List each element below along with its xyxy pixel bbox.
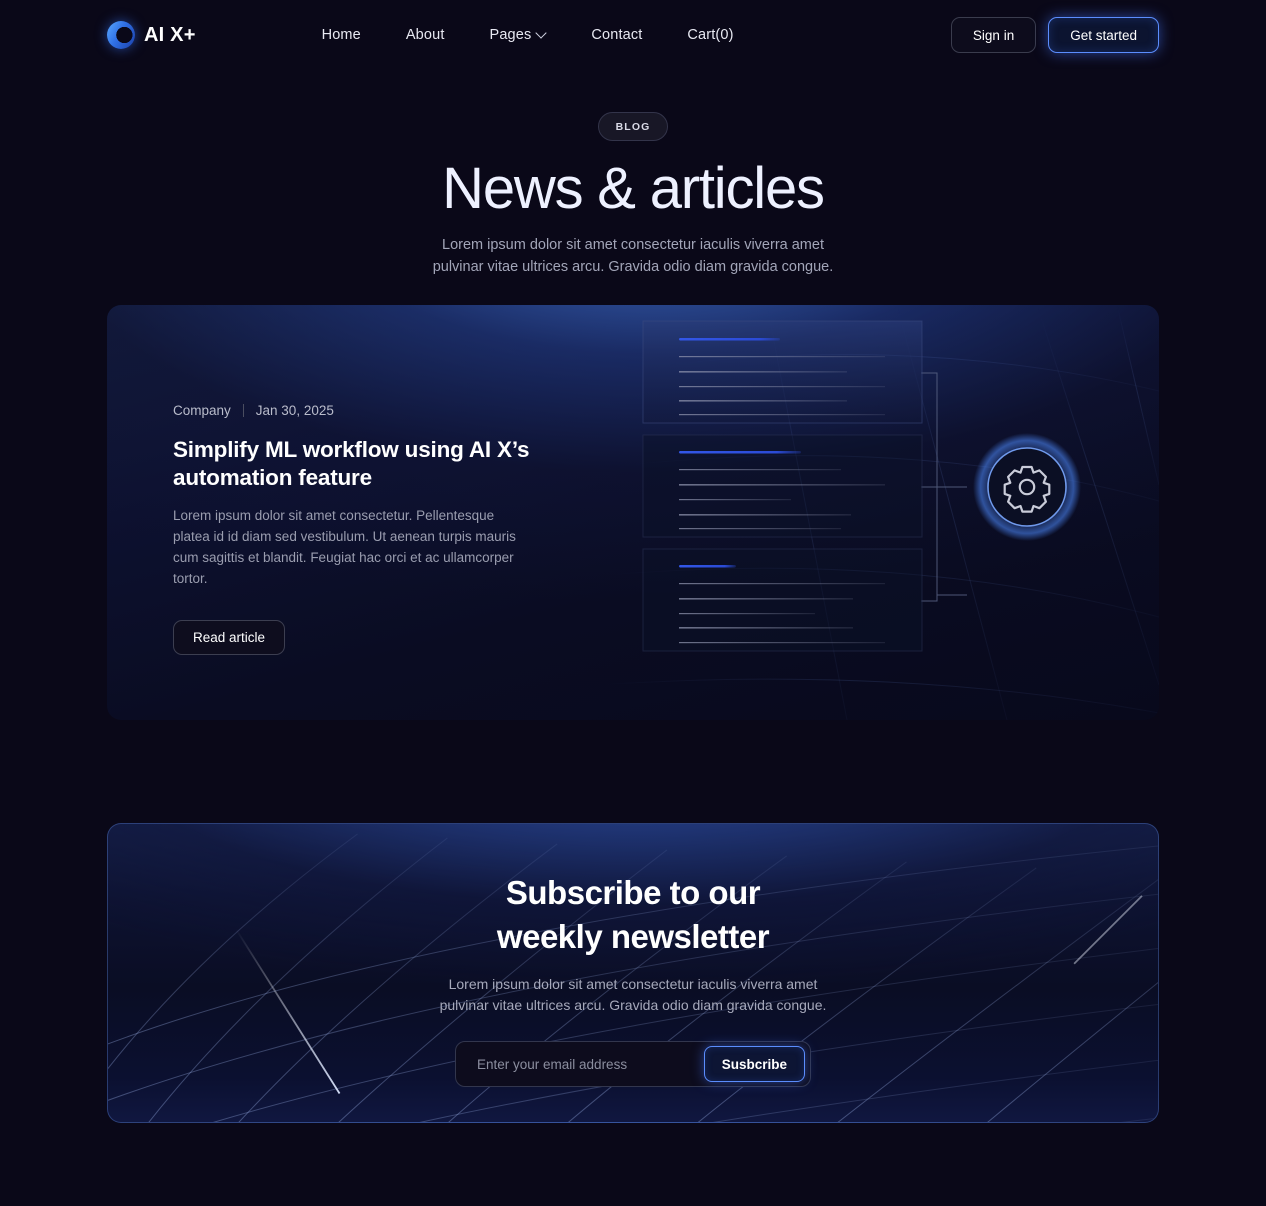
meta-divider xyxy=(242,404,244,417)
get-started-button[interactable]: Get started xyxy=(1048,17,1159,53)
sign-in-button[interactable]: Sign in xyxy=(950,17,1037,53)
blog-badge: BLOG xyxy=(597,112,669,141)
nav-item-cart[interactable]: Cart(0) xyxy=(687,27,733,43)
nav-item-about[interactable]: About xyxy=(406,27,445,43)
nav-item-home-label: Home xyxy=(321,27,361,43)
newsletter-title: Subscribe to our weekly newsletter xyxy=(108,871,1158,959)
nav-item-home[interactable]: Home xyxy=(322,27,361,43)
article-text-column: Company Jan 30, 2025 Simplify ML workflo… xyxy=(173,403,563,655)
brand-name: AI X+ xyxy=(144,23,196,46)
illus-block-3 xyxy=(642,548,923,652)
nav-item-pages[interactable]: Pages xyxy=(490,27,547,43)
nav-item-about-label: About xyxy=(405,27,445,43)
newsletter-content: Subscribe to our weekly newsletter Lorem… xyxy=(108,824,1158,1122)
hero-subtitle: Lorem ipsum dolor sit amet consectetur i… xyxy=(432,237,834,275)
chevron-down-icon xyxy=(537,29,546,38)
nav-item-cart-label: Cart(0) xyxy=(687,27,734,43)
subscribe-button[interactable]: Susbcribe xyxy=(703,1046,805,1082)
article-date: Jan 30, 2025 xyxy=(255,403,334,418)
nav-links: Home About Pages Contact Cart(0) xyxy=(322,27,734,43)
illus-block-2 xyxy=(642,434,923,538)
article-illustration xyxy=(642,320,1081,652)
page-title: News & articles xyxy=(442,156,825,221)
newsletter-card: Subscribe to our weekly newsletter Lorem… xyxy=(107,823,1159,1123)
read-article-button[interactable]: Read article xyxy=(173,620,286,655)
nav-item-pages-label: Pages xyxy=(489,27,532,43)
newsletter-title-line2: weekly newsletter xyxy=(496,918,770,955)
article-title: Simplify ML workflow using AI X’s automa… xyxy=(173,437,530,490)
hero-section: BLOG News & articles Lorem ipsum dolor s… xyxy=(0,112,1266,278)
brand-logo[interactable]: AI X+ xyxy=(107,21,196,49)
email-input[interactable] xyxy=(461,1047,704,1081)
newsletter-form: Susbcribe xyxy=(455,1041,811,1087)
ring-logo-icon xyxy=(107,21,135,49)
nav-item-contact[interactable]: Contact xyxy=(591,27,642,43)
nav-item-contact-label: Contact xyxy=(591,27,643,43)
article-meta: Company Jan 30, 2025 xyxy=(173,403,563,418)
newsletter-title-line1: Subscribe to our xyxy=(505,874,761,911)
illus-block-1 xyxy=(642,320,923,424)
article-company: Company xyxy=(173,403,231,418)
connector-lines xyxy=(921,372,967,602)
featured-article-card[interactable]: Company Jan 30, 2025 Simplify ML workflo… xyxy=(107,305,1159,720)
nav-actions: Sign in Get started xyxy=(950,17,1159,53)
top-navbar: AI X+ Home About Pages Contact Cart(0) S… xyxy=(0,0,1266,70)
gear-badge xyxy=(973,433,1081,541)
article-excerpt: Lorem ipsum dolor sit amet consectetur. … xyxy=(173,508,516,586)
newsletter-subtitle: Lorem ipsum dolor sit amet consectetur i… xyxy=(439,976,827,1013)
